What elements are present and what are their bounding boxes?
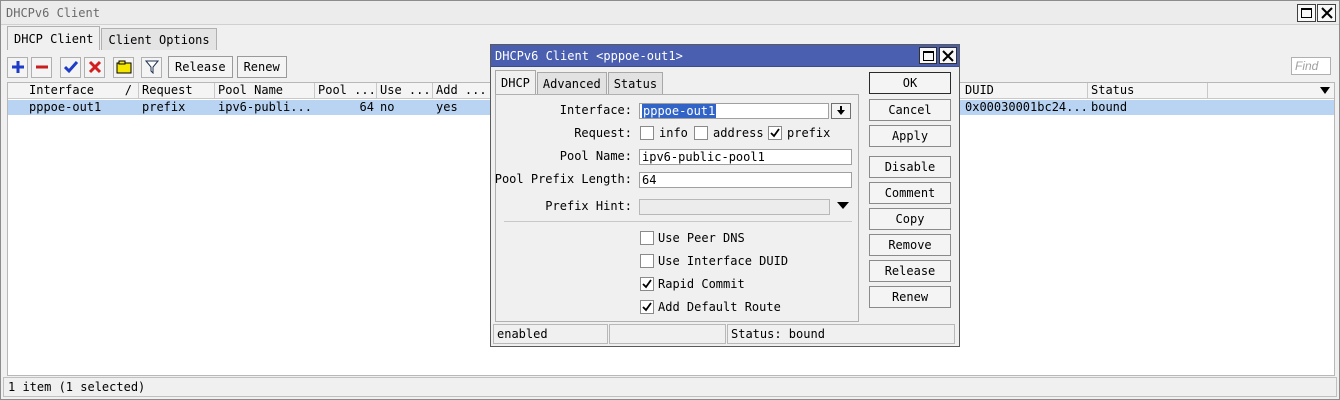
- close-button[interactable]: [1317, 4, 1336, 22]
- chevron-down-icon: [1320, 87, 1330, 94]
- request-prefix-checkbox[interactable]: [768, 126, 782, 140]
- checkmark-icon: [770, 128, 780, 138]
- tab-client-options[interactable]: Client Options: [101, 28, 217, 50]
- column-interface[interactable]: Interface /: [26, 83, 139, 99]
- disable-button[interactable]: [84, 56, 105, 78]
- remove-button[interactable]: [31, 56, 52, 78]
- request-address-label: address: [713, 126, 764, 140]
- comment-button[interactable]: Comment: [869, 182, 951, 204]
- cell-status: bound: [1091, 100, 1128, 114]
- tab-dhcp-client[interactable]: DHCP Client: [7, 26, 101, 50]
- cell-use-peer-dns: no: [380, 100, 395, 114]
- release-button[interactable]: Release: [168, 56, 233, 78]
- use-interface-duid-checkbox[interactable]: [640, 254, 654, 268]
- filter-icon: [144, 60, 159, 74]
- pool-name-input[interactable]: ipv6-public-pool1: [639, 149, 852, 165]
- separator: [504, 221, 852, 222]
- enable-button[interactable]: [60, 56, 81, 78]
- cell-duid: 0x00030001bc24...: [965, 100, 1088, 114]
- maximize-icon: [922, 50, 934, 61]
- dialog-maximize-button[interactable]: [919, 47, 937, 64]
- plus-icon: [11, 61, 24, 73]
- renew-button[interactable]: Renew: [869, 286, 951, 308]
- column-duid[interactable]: DUID: [962, 83, 1088, 99]
- copy-button[interactable]: Copy: [869, 208, 951, 230]
- comment-button[interactable]: [113, 56, 134, 78]
- release-button[interactable]: Release: [869, 260, 951, 282]
- sort-indicator: /: [124, 83, 132, 97]
- use-peer-dns-checkbox[interactable]: [640, 231, 654, 245]
- dialog-tabs: DHCP Advanced Status: [495, 70, 664, 94]
- column-pool-prefix-length[interactable]: Pool ...: [315, 83, 377, 99]
- interface-select[interactable]: pppoe-out1: [639, 103, 829, 119]
- close-icon: [942, 49, 954, 62]
- cancel-button[interactable]: Cancel: [869, 99, 951, 121]
- dhcp-settings-panel: Interface: pppoe-out1 Request: info addr…: [495, 94, 859, 322]
- dialog-state-status: enabled: [493, 324, 608, 344]
- disable-button[interactable]: Disable: [869, 156, 951, 178]
- tab-status[interactable]: Status: [607, 72, 664, 94]
- find-input[interactable]: Find: [1291, 57, 1331, 75]
- add-default-route-label: Add Default Route: [658, 300, 781, 314]
- tab-advanced[interactable]: Advanced: [536, 72, 607, 94]
- rapid-commit-label: Rapid Commit: [658, 277, 745, 291]
- pool-name-label: Pool Name:: [559, 149, 632, 163]
- close-icon: [1320, 7, 1333, 19]
- dialog-bound-status: Status: bound: [727, 324, 955, 344]
- item-count-status: 1 item (1 selected): [3, 377, 1337, 397]
- interface-dropdown-button[interactable]: [831, 103, 851, 119]
- cross-icon: [88, 60, 101, 74]
- request-label: Request:: [574, 126, 632, 140]
- column-add-default-route[interactable]: Add ...: [433, 83, 492, 99]
- use-peer-dns-label: Use Peer DNS: [658, 231, 745, 245]
- use-interface-duid-label: Use Interface DUID: [658, 254, 789, 268]
- cell-interface: pppoe-out1: [29, 100, 102, 114]
- maximize-icon: [1301, 8, 1312, 18]
- ok-button[interactable]: OK: [869, 72, 951, 94]
- add-button[interactable]: [7, 56, 28, 78]
- tab-dhcp[interactable]: DHCP: [495, 70, 536, 94]
- column-pool-name[interactable]: Pool Name: [215, 83, 315, 99]
- apply-button[interactable]: Apply: [869, 125, 951, 147]
- checkmark-icon: [63, 61, 78, 74]
- checkmark-icon: [642, 279, 652, 289]
- column-use-peer-dns[interactable]: Use ...: [377, 83, 433, 99]
- dialog-title: DHCPv6 Client <pppoe-out1>: [495, 49, 683, 63]
- pool-prefix-length-input[interactable]: 64: [639, 172, 852, 188]
- remove-button[interactable]: Remove: [869, 234, 951, 256]
- prefix-hint-input[interactable]: [639, 199, 830, 215]
- dialog-middle-status: [609, 324, 726, 344]
- window-title: DHCPv6 Client: [6, 6, 100, 20]
- dropdown-arrow-icon: [837, 106, 845, 115]
- filter-button[interactable]: [141, 56, 162, 78]
- request-prefix-label: prefix: [787, 126, 831, 140]
- main-tabs: DHCP Client Client Options: [7, 26, 218, 50]
- pool-prefix-length-label: Pool Prefix Length:: [494, 172, 632, 186]
- column-request[interactable]: Request: [139, 83, 215, 99]
- column-chooser[interactable]: [1208, 83, 1334, 99]
- chevron-down-icon[interactable]: [837, 202, 849, 210]
- minus-icon: [35, 65, 48, 69]
- cell-pool-name: ipv6-publi...: [218, 100, 312, 114]
- cell-pool-prefix-length: 64: [359, 100, 374, 114]
- checkmark-icon: [642, 302, 652, 312]
- cell-request: prefix: [142, 100, 186, 114]
- comment-icon: [116, 60, 131, 74]
- dialog-close-button[interactable]: [939, 47, 957, 64]
- window-titlebar: DHCPv6 Client: [1, 1, 1339, 25]
- maximize-button[interactable]: [1297, 4, 1316, 22]
- interface-label: Interface:: [559, 103, 632, 117]
- prefix-hint-label: Prefix Hint:: [545, 199, 632, 213]
- dhcpv6-client-dialog: DHCPv6 Client <pppoe-out1> DHCP Advanced…: [490, 44, 960, 347]
- cell-add-default-route: yes: [436, 100, 458, 114]
- rapid-commit-checkbox[interactable]: [640, 277, 654, 291]
- toolbar: Release Renew: [7, 55, 291, 79]
- dialog-titlebar: DHCPv6 Client <pppoe-out1>: [491, 45, 959, 67]
- request-address-checkbox[interactable]: [694, 126, 708, 140]
- renew-button[interactable]: Renew: [236, 56, 287, 78]
- request-info-checkbox[interactable]: [640, 126, 654, 140]
- request-info-label: info: [659, 126, 688, 140]
- add-default-route-checkbox[interactable]: [640, 300, 654, 314]
- column-status[interactable]: Status: [1088, 83, 1208, 99]
